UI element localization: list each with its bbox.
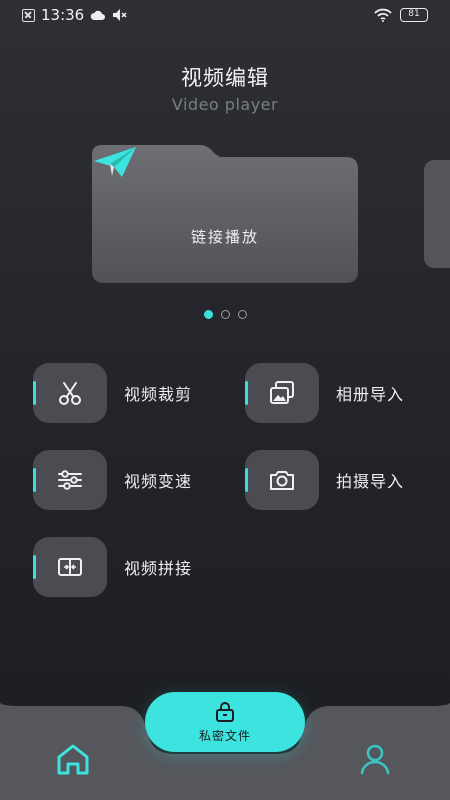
paper-plane-icon — [94, 147, 136, 177]
video-trim-tile[interactable] — [33, 363, 107, 423]
next-card-peek[interactable] — [424, 160, 450, 268]
video-speed-label: 视频变速 — [124, 472, 193, 491]
video-merge-label: 视频拼接 — [124, 559, 193, 578]
video-speed-tile[interactable] — [33, 450, 107, 510]
status-time: 13:36 — [41, 6, 85, 24]
camera-import-tile[interactable] — [245, 450, 319, 510]
page-title: 视频编辑 — [181, 66, 269, 90]
private-files-button[interactable]: 私密文件 — [145, 692, 305, 752]
merge-icon — [58, 558, 82, 576]
wifi-icon — [374, 8, 392, 22]
status-left: 13:36 — [22, 6, 128, 24]
feature-video-trim[interactable]: 视频裁剪 — [33, 363, 192, 423]
link-play-label: 链接播放 — [190, 228, 259, 246]
battery-icon: 81 — [400, 8, 428, 22]
speaker-mute-icon — [113, 9, 127, 21]
feature-camera-import[interactable]: 拍摄导入 — [245, 450, 404, 510]
pager-dot-3[interactable] — [237, 310, 247, 319]
album-import-tile[interactable] — [245, 363, 319, 423]
feature-video-speed[interactable]: 视频变速 — [33, 450, 192, 510]
video-trim-label: 视频裁剪 — [124, 385, 193, 404]
status-bar: 13:36 81 — [0, 0, 450, 30]
scissors-icon — [59, 382, 81, 405]
private-files-label: 私密文件 — [198, 728, 251, 743]
carousel-pager — [0, 310, 450, 319]
camera-icon — [270, 471, 294, 490]
status-right: 81 — [374, 8, 428, 22]
sliders-icon — [58, 470, 82, 490]
cloud-icon — [90, 10, 106, 20]
camera-import-label: 拍摄导入 — [336, 472, 405, 491]
lock-icon — [216, 701, 234, 722]
page-subtitle: Video player — [171, 95, 279, 114]
video-merge-tile[interactable] — [33, 537, 107, 597]
feature-video-merge[interactable]: 视频拼接 — [33, 537, 192, 597]
notification-x-icon — [22, 8, 35, 22]
photos-icon — [270, 381, 294, 404]
album-import-label: 相册导入 — [336, 385, 405, 404]
profile-icon[interactable] — [358, 742, 392, 776]
pager-dot-2[interactable] — [220, 310, 230, 319]
feature-album-import[interactable]: 相册导入 — [245, 363, 404, 423]
pager-dot-1[interactable] — [203, 310, 213, 319]
home-icon[interactable] — [55, 742, 91, 776]
link-play-card[interactable]: 链接播放 — [92, 145, 358, 283]
